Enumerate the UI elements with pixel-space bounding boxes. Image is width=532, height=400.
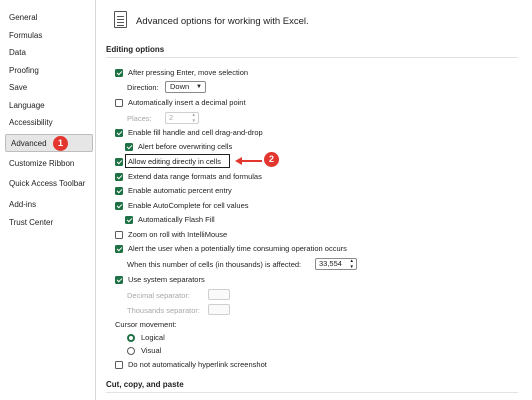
alert-time-label: Alert the user when a potentially time c… (128, 244, 347, 253)
after-enter-checkbox[interactable] (115, 68, 123, 77)
direction-label: Direction: (127, 83, 159, 92)
decimal-separator-input[interactable] (208, 289, 230, 300)
option-decimal-point[interactable]: Automatically insert a decimal point (115, 97, 246, 108)
thousands-separator-input[interactable] (208, 304, 230, 315)
section-title-cut-copy-paste: Cut, copy, and paste (106, 380, 184, 389)
option-after-enter[interactable]: After pressing Enter, move selection (115, 67, 248, 78)
options-sidebar: General Formulas Data Proofing Save Lang… (0, 0, 96, 400)
alert-time-checkbox[interactable] (115, 244, 123, 253)
fill-handle-label: Enable fill handle and cell drag-and-dro… (128, 128, 263, 137)
sidebar-item-label: Advanced (11, 139, 47, 148)
visual-label: Visual (141, 346, 162, 355)
sidebar-item-proofing[interactable]: Proofing (9, 64, 39, 78)
callout-badge-2: 2 (264, 152, 279, 167)
percent-entry-label: Enable automatic percent entry (128, 186, 232, 195)
options-page-icon (114, 11, 127, 28)
extend-formats-checkbox[interactable] (115, 172, 123, 181)
alert-overwrite-checkbox[interactable] (125, 142, 133, 151)
thousands-separator-label: Thousands separator: (127, 306, 200, 315)
direction-value: Down (170, 82, 190, 91)
cursor-movement-label: Cursor movement: (115, 319, 177, 330)
places-stepper[interactable]: 2 ▲ ▼ (165, 112, 199, 124)
section-divider (106, 57, 518, 58)
logical-label: Logical (141, 333, 165, 342)
option-alert-time[interactable]: Alert the user when a potentially time c… (115, 243, 347, 254)
cells-affected-label: When this number of cells (in thousands)… (127, 260, 302, 269)
option-alert-overwrite[interactable]: Alert before overwriting cells (125, 141, 232, 152)
autocomplete-label: Enable AutoComplete for cell values (128, 201, 249, 210)
direction-dropdown[interactable]: Down ▼ (165, 81, 206, 93)
fill-handle-checkbox[interactable] (115, 128, 123, 137)
sidebar-item-general[interactable]: General (9, 11, 37, 25)
section-divider (106, 392, 518, 393)
no-hyperlink-label: Do not automatically hyperlink screensho… (128, 360, 267, 369)
advanced-options-panel: Advanced options for working with Excel.… (96, 0, 532, 400)
places-label: Places: (127, 114, 152, 123)
zoom-roll-checkbox[interactable] (115, 230, 123, 239)
visual-radio[interactable] (127, 346, 135, 355)
percent-entry-checkbox[interactable] (115, 186, 123, 195)
option-direction: Direction: (127, 82, 159, 93)
chevron-down-icon: ▼ (196, 84, 202, 90)
option-thousands-separator: Thousands separator: (127, 305, 200, 316)
system-separators-label: Use system separators (128, 275, 205, 284)
sidebar-item-advanced[interactable]: Advanced (5, 134, 93, 152)
option-fill-handle[interactable]: Enable fill handle and cell drag-and-dro… (115, 127, 263, 138)
extend-formats-label: Extend data range formats and formulas (128, 172, 262, 181)
option-places: Places: (127, 113, 152, 124)
sidebar-item-trust-center[interactable]: Trust Center (9, 216, 53, 230)
option-extend-formats[interactable]: Extend data range formats and formulas (115, 171, 262, 182)
autocomplete-checkbox[interactable] (115, 201, 123, 210)
option-cells-affected: When this number of cells (in thousands)… (127, 259, 301, 270)
decimal-point-checkbox[interactable] (115, 98, 123, 107)
option-cursor-logical[interactable]: Logical (127, 332, 165, 343)
callout-arrow (241, 160, 262, 162)
after-enter-label: After pressing Enter, move selection (128, 68, 249, 77)
cells-affected-stepper[interactable]: 33,554 ▲ ▼ (315, 258, 357, 270)
option-percent-entry[interactable]: Enable automatic percent entry (115, 185, 232, 196)
option-flash-fill[interactable]: Automatically Flash Fill (125, 214, 215, 225)
zoom-roll-label: Zoom on roll with IntelliMouse (128, 230, 228, 239)
decimal-point-label: Automatically insert a decimal point (128, 98, 246, 107)
stepper-arrows-icon: ▲ ▼ (191, 112, 196, 123)
sidebar-item-formulas[interactable]: Formulas (9, 29, 42, 43)
sidebar-item-quick-access-toolbar[interactable]: Quick Access Toolbar (9, 177, 85, 191)
decimal-separator-label: Decimal separator: (127, 291, 190, 300)
option-autocomplete[interactable]: Enable AutoComplete for cell values (115, 200, 249, 211)
system-separators-checkbox[interactable] (115, 275, 123, 284)
flash-fill-label: Automatically Flash Fill (138, 215, 215, 224)
sidebar-item-customize-ribbon[interactable]: Customize Ribbon (9, 157, 74, 171)
option-decimal-separator: Decimal separator: (127, 290, 190, 301)
sidebar-item-add-ins[interactable]: Add-ins (9, 198, 36, 212)
logical-radio[interactable] (127, 333, 135, 342)
places-value: 2 (169, 113, 174, 122)
sidebar-item-data[interactable]: Data (9, 46, 26, 60)
stepper-arrows-icon: ▲ ▼ (349, 258, 354, 269)
page-title: Advanced options for working with Excel. (136, 16, 309, 27)
allow-editing-checkbox[interactable] (115, 157, 123, 166)
highlight-box (125, 154, 230, 168)
section-title-editing-options: Editing options (106, 45, 165, 54)
no-hyperlink-checkbox[interactable] (115, 360, 123, 369)
option-zoom-roll[interactable]: Zoom on roll with IntelliMouse (115, 229, 227, 240)
alert-overwrite-label: Alert before overwriting cells (138, 142, 233, 151)
callout-badge-1: 1 (53, 136, 68, 151)
sidebar-item-accessibility[interactable]: Accessibility (9, 116, 53, 130)
option-system-separators[interactable]: Use system separators (115, 274, 205, 285)
cells-affected-value: 33,554 (319, 259, 342, 268)
sidebar-item-save[interactable]: Save (9, 81, 27, 95)
cursor-movement-text: Cursor movement: (115, 320, 177, 329)
flash-fill-checkbox[interactable] (125, 215, 133, 224)
option-cursor-visual[interactable]: Visual (127, 345, 161, 356)
sidebar-item-language[interactable]: Language (9, 99, 45, 113)
option-no-hyperlink[interactable]: Do not automatically hyperlink screensho… (115, 359, 267, 370)
